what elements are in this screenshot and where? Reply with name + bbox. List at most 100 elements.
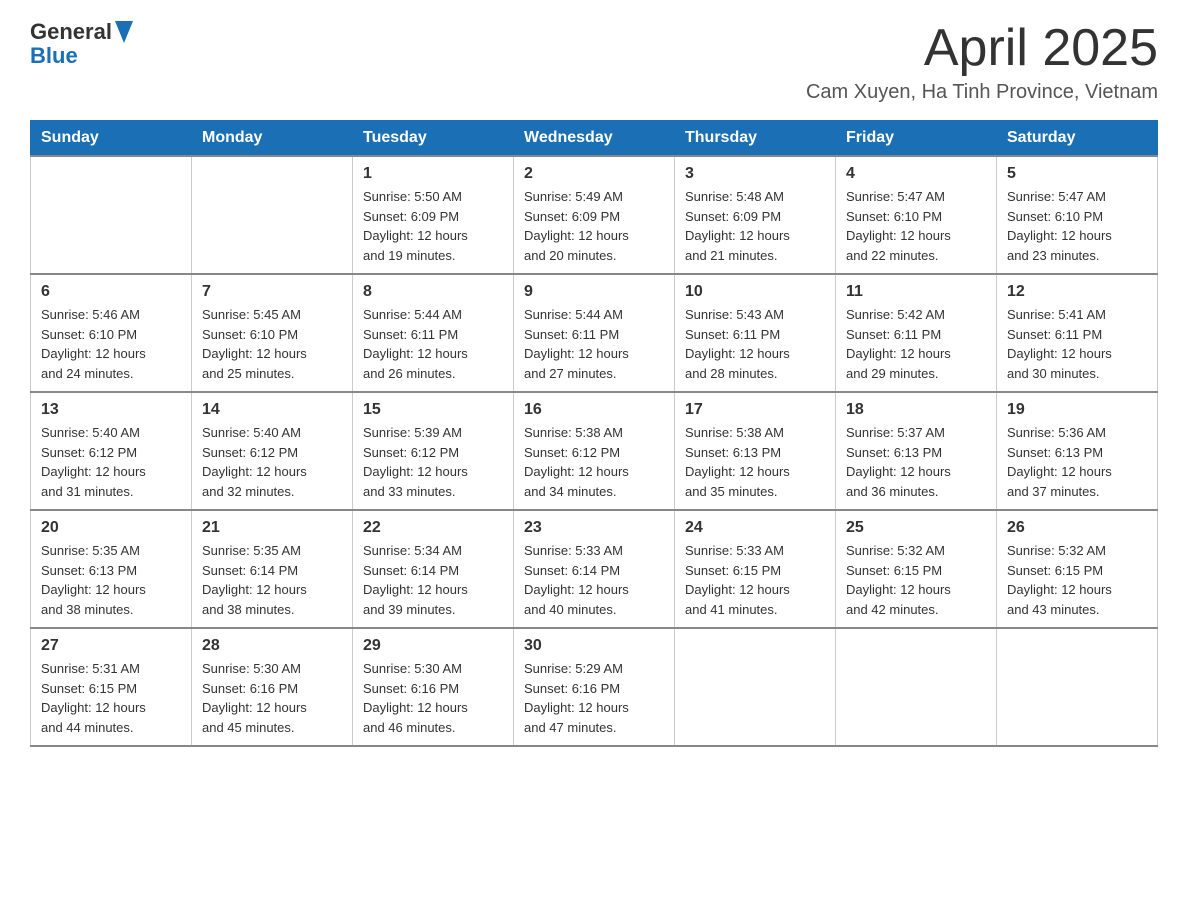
calendar-cell: 3 Sunrise: 5:48 AM Sunset: 6:09 PM Daylig… (675, 156, 836, 274)
logo-area: General Blue (30, 20, 133, 68)
day-info: Sunrise: 5:38 AM Sunset: 6:13 PM Dayligh… (685, 423, 825, 501)
day-number: 3 (685, 165, 825, 183)
day-number: 1 (363, 165, 503, 183)
day-number: 24 (685, 519, 825, 537)
calendar-week-row: 1Sunrise: 5:50 AM Sunset: 6:09 PM Daylig… (31, 156, 1158, 274)
calendar-cell: 18 Sunrise: 5:37 AM Sunset: 6:13 PM Dayli… (836, 392, 997, 510)
day-number: 25 (846, 519, 986, 537)
day-number: 5 (1007, 165, 1147, 183)
day-number: 2 (524, 165, 664, 183)
day-number: 14 (202, 401, 342, 419)
day-info: Sunrise: 5:40 AM Sunset: 6:12 PM Dayligh… (202, 423, 342, 501)
calendar-cell: 15 Sunrise: 5:39 AM Sunset: 6:12 PM Dayli… (353, 392, 514, 510)
weekday-header-monday: Monday (192, 121, 353, 157)
day-info: Sunrise: 5:36 AM Sunset: 6:13 PM Dayligh… (1007, 423, 1147, 501)
day-info: Sunrise: 5:30 AM Sunset: 6:16 PM Dayligh… (363, 659, 503, 737)
day-info: Sunrise: 5:30 AM Sunset: 6:16 PM Dayligh… (202, 659, 342, 737)
day-number: 6 (41, 283, 181, 301)
day-number: 15 (363, 401, 503, 419)
day-info: Sunrise: 5:38 AM Sunset: 6:12 PM Dayligh… (524, 423, 664, 501)
weekday-header-friday: Friday (836, 121, 997, 157)
calendar-cell: 8 Sunrise: 5:44 AM Sunset: 6:11 PM Daylig… (353, 274, 514, 392)
calendar-cell: 29 Sunrise: 5:30 AM Sunset: 6:16 PM Dayli… (353, 628, 514, 746)
day-info: Sunrise: 5:32 AM Sunset: 6:15 PM Dayligh… (1007, 541, 1147, 619)
calendar-cell (192, 156, 353, 274)
calendar-cell (997, 628, 1158, 746)
day-info: Sunrise: 5:34 AM Sunset: 6:14 PM Dayligh… (363, 541, 503, 619)
calendar-cell: 17Sunrise: 5:38 AM Sunset: 6:13 PM Dayli… (675, 392, 836, 510)
day-number: 26 (1007, 519, 1147, 537)
day-number: 28 (202, 637, 342, 655)
day-number: 29 (363, 637, 503, 655)
day-info: Sunrise: 5:43 AM Sunset: 6:11 PM Dayligh… (685, 305, 825, 383)
day-number: 18 (846, 401, 986, 419)
calendar-cell (836, 628, 997, 746)
calendar-cell: 6Sunrise: 5:46 AM Sunset: 6:10 PM Daylig… (31, 274, 192, 392)
calendar-cell: 12 Sunrise: 5:41 AM Sunset: 6:11 PM Dayli… (997, 274, 1158, 392)
logo: General Blue (30, 20, 133, 68)
day-number: 30 (524, 637, 664, 655)
calendar-cell: 22 Sunrise: 5:34 AM Sunset: 6:14 PM Dayli… (353, 510, 514, 628)
calendar-cell: 20Sunrise: 5:35 AM Sunset: 6:13 PM Dayli… (31, 510, 192, 628)
day-info: Sunrise: 5:48 AM Sunset: 6:09 PM Dayligh… (685, 187, 825, 265)
day-info: Sunrise: 5:44 AM Sunset: 6:11 PM Dayligh… (363, 305, 503, 383)
day-info: Sunrise: 5:42 AM Sunset: 6:11 PM Dayligh… (846, 305, 986, 383)
day-info: Sunrise: 5:39 AM Sunset: 6:12 PM Dayligh… (363, 423, 503, 501)
calendar-cell: 7 Sunrise: 5:45 AM Sunset: 6:10 PM Daylig… (192, 274, 353, 392)
title-area: April 2025 Cam Xuyen, Ha Tinh Province, … (806, 20, 1158, 104)
day-number: 12 (1007, 283, 1147, 301)
calendar-week-row: 6Sunrise: 5:46 AM Sunset: 6:10 PM Daylig… (31, 274, 1158, 392)
day-info: Sunrise: 5:41 AM Sunset: 6:11 PM Dayligh… (1007, 305, 1147, 383)
calendar-cell: 11 Sunrise: 5:42 AM Sunset: 6:11 PM Dayli… (836, 274, 997, 392)
day-number: 4 (846, 165, 986, 183)
calendar-cell: 1Sunrise: 5:50 AM Sunset: 6:09 PM Daylig… (353, 156, 514, 274)
day-number: 7 (202, 283, 342, 301)
day-number: 8 (363, 283, 503, 301)
day-number: 27 (41, 637, 181, 655)
calendar-cell (31, 156, 192, 274)
calendar-cell: 9Sunrise: 5:44 AM Sunset: 6:11 PM Daylig… (514, 274, 675, 392)
day-number: 19 (1007, 401, 1147, 419)
day-number: 22 (363, 519, 503, 537)
day-info: Sunrise: 5:49 AM Sunset: 6:09 PM Dayligh… (524, 187, 664, 265)
day-info: Sunrise: 5:37 AM Sunset: 6:13 PM Dayligh… (846, 423, 986, 501)
weekday-header-thursday: Thursday (675, 121, 836, 157)
weekday-header-tuesday: Tuesday (353, 121, 514, 157)
calendar-header-row: SundayMondayTuesdayWednesdayThursdayFrid… (31, 121, 1158, 157)
day-number: 9 (524, 283, 664, 301)
calendar-cell: 10Sunrise: 5:43 AM Sunset: 6:11 PM Dayli… (675, 274, 836, 392)
day-info: Sunrise: 5:47 AM Sunset: 6:10 PM Dayligh… (1007, 187, 1147, 265)
calendar-cell: 4 Sunrise: 5:47 AM Sunset: 6:10 PM Daylig… (836, 156, 997, 274)
calendar-cell: 25 Sunrise: 5:32 AM Sunset: 6:15 PM Dayli… (836, 510, 997, 628)
calendar-cell: 5 Sunrise: 5:47 AM Sunset: 6:10 PM Daylig… (997, 156, 1158, 274)
calendar-cell: 28 Sunrise: 5:30 AM Sunset: 6:16 PM Dayli… (192, 628, 353, 746)
month-title: April 2025 (806, 20, 1158, 77)
day-info: Sunrise: 5:32 AM Sunset: 6:15 PM Dayligh… (846, 541, 986, 619)
calendar-cell: 13Sunrise: 5:40 AM Sunset: 6:12 PM Dayli… (31, 392, 192, 510)
calendar-cell: 16Sunrise: 5:38 AM Sunset: 6:12 PM Dayli… (514, 392, 675, 510)
day-info: Sunrise: 5:35 AM Sunset: 6:14 PM Dayligh… (202, 541, 342, 619)
day-info: Sunrise: 5:47 AM Sunset: 6:10 PM Dayligh… (846, 187, 986, 265)
page-header: General Blue April 2025 Cam Xuyen, Ha Ti… (30, 20, 1158, 104)
location-subtitle: Cam Xuyen, Ha Tinh Province, Vietnam (806, 81, 1158, 104)
logo-triangle-icon (115, 21, 133, 43)
day-info: Sunrise: 5:33 AM Sunset: 6:15 PM Dayligh… (685, 541, 825, 619)
calendar-cell: 23 Sunrise: 5:33 AM Sunset: 6:14 PM Dayli… (514, 510, 675, 628)
calendar-cell: 24 Sunrise: 5:33 AM Sunset: 6:15 PM Dayli… (675, 510, 836, 628)
calendar-week-row: 20Sunrise: 5:35 AM Sunset: 6:13 PM Dayli… (31, 510, 1158, 628)
day-number: 23 (524, 519, 664, 537)
day-number: 11 (846, 283, 986, 301)
day-info: Sunrise: 5:45 AM Sunset: 6:10 PM Dayligh… (202, 305, 342, 383)
day-info: Sunrise: 5:31 AM Sunset: 6:15 PM Dayligh… (41, 659, 181, 737)
day-number: 21 (202, 519, 342, 537)
calendar-cell: 19 Sunrise: 5:36 AM Sunset: 6:13 PM Dayli… (997, 392, 1158, 510)
day-info: Sunrise: 5:33 AM Sunset: 6:14 PM Dayligh… (524, 541, 664, 619)
calendar-week-row: 27 Sunrise: 5:31 AM Sunset: 6:15 PM Dayli… (31, 628, 1158, 746)
weekday-header-wednesday: Wednesday (514, 121, 675, 157)
calendar-cell: 26 Sunrise: 5:32 AM Sunset: 6:15 PM Dayli… (997, 510, 1158, 628)
calendar-week-row: 13Sunrise: 5:40 AM Sunset: 6:12 PM Dayli… (31, 392, 1158, 510)
logo-general-text: General (30, 20, 112, 44)
day-info: Sunrise: 5:40 AM Sunset: 6:12 PM Dayligh… (41, 423, 181, 501)
calendar-cell: 27 Sunrise: 5:31 AM Sunset: 6:15 PM Dayli… (31, 628, 192, 746)
day-info: Sunrise: 5:29 AM Sunset: 6:16 PM Dayligh… (524, 659, 664, 737)
